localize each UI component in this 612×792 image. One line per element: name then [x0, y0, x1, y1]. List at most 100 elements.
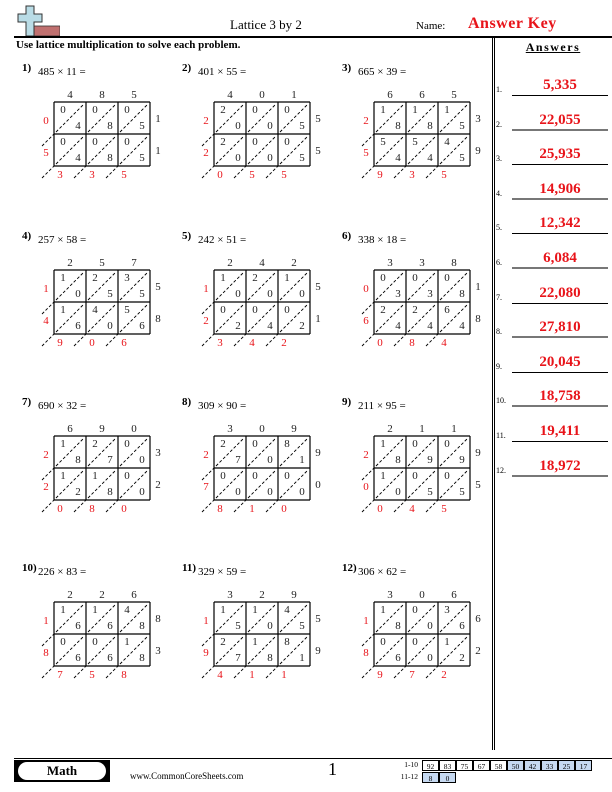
right-digit: 8	[155, 313, 161, 325]
cell-ones: 8	[107, 486, 113, 498]
score-cell: 58	[490, 760, 507, 771]
right-digit: 5	[475, 479, 481, 491]
name-label: Name:	[416, 20, 446, 32]
bottom-result-digit: 4	[441, 337, 447, 349]
cell-tens: 0	[252, 438, 258, 450]
cell-tens: 0	[412, 272, 418, 284]
outer-diagonal	[41, 165, 55, 179]
cell-ones: 0	[235, 120, 241, 132]
top-digit: 2	[291, 257, 297, 269]
left-result-digit: 1	[203, 283, 209, 295]
right-digit: 3	[155, 645, 161, 657]
left-result-digit: 1	[363, 615, 369, 627]
cell-ones: 3	[427, 288, 433, 300]
left-result-digit: 4	[43, 315, 49, 327]
cell-ones: 8	[107, 120, 113, 132]
outer-diagonal	[361, 665, 375, 679]
outer-diagonal	[425, 499, 439, 513]
bottom-result-digit: 5	[281, 169, 287, 181]
top-digit: 4	[227, 89, 233, 101]
answer-line	[512, 441, 608, 442]
top-digit: 2	[67, 589, 73, 601]
outer-diagonal	[105, 499, 119, 513]
top-digit: 1	[419, 423, 425, 435]
bottom-result-digit: 5	[89, 669, 95, 681]
cell-ones: 0	[267, 152, 273, 164]
header-rule	[14, 36, 612, 38]
outer-diagonal	[233, 665, 247, 679]
lattice-grid: 3 0 990270081000000278 1 0	[201, 423, 321, 515]
subject-label: Math	[18, 762, 106, 780]
cell-tens: 1	[284, 272, 290, 284]
top-digit: 2	[99, 589, 105, 601]
left-result-digit: 2	[203, 147, 209, 159]
right-digit: 1	[475, 281, 481, 293]
site-link[interactable]: www.CommonCoreSheets.com	[130, 771, 243, 781]
bottom-result-digit: 9	[57, 337, 63, 349]
cell-ones: 4	[427, 320, 433, 332]
cell-ones: 0	[395, 486, 401, 498]
bottom-result-digit: 9	[377, 669, 383, 681]
footer-rule	[14, 758, 612, 759]
right-digit: 2	[155, 479, 161, 491]
cell-tens: 1	[124, 636, 130, 648]
cell-tens: 0	[412, 604, 418, 616]
cell-tens: 1	[60, 438, 66, 450]
cell-ones: 6	[107, 620, 113, 632]
instructions: Use lattice multiplication to solve each…	[16, 39, 241, 51]
outer-diagonal	[105, 165, 119, 179]
bottom-result-digit: 3	[217, 337, 223, 349]
cell-tens: 5	[380, 136, 386, 148]
bottom-result-digit: 9	[377, 169, 383, 181]
outer-diagonal	[393, 165, 407, 179]
left-result-digit: 0	[43, 115, 49, 127]
cell-ones: 1	[299, 454, 305, 466]
worksheet-title: Lattice 3 by 2	[230, 17, 302, 32]
outer-diagonal	[73, 165, 87, 179]
right-digit: 0	[315, 479, 321, 491]
cell-tens: 1	[92, 470, 98, 482]
left-result-digit: 2	[203, 115, 209, 127]
cell-tens: 3	[444, 604, 450, 616]
outer-diagonal	[265, 665, 279, 679]
problem: 2) 401 × 55 = 4 0 1 5 5 2 0 0 0 0 5 2 0 0 0 0 5 2 2 0 5 5	[182, 62, 342, 202]
cell-tens: 1	[380, 104, 386, 116]
score-cell: 67	[473, 760, 490, 771]
right-digit: 8	[155, 613, 161, 625]
cell-tens: 0	[220, 304, 226, 316]
lattice-grid: 4 8 511040805040805053 3 5	[41, 89, 161, 181]
left-result-digit: 2	[203, 315, 209, 327]
right-digit: 1	[155, 145, 161, 157]
answer-line	[512, 302, 608, 304]
cell-ones: 5	[459, 120, 465, 132]
cell-tens: 0	[252, 470, 258, 482]
left-result-digit: 2	[363, 449, 369, 461]
cell-ones: 5	[299, 620, 305, 632]
cell-ones: 0	[267, 288, 273, 300]
right-digit: 2	[475, 645, 481, 657]
bottom-result-digit: 1	[281, 669, 287, 681]
score-row-label: 11-12	[400, 772, 418, 781]
outer-diagonal	[201, 665, 215, 679]
page-number: 1	[328, 759, 337, 779]
bottom-result-digit: 3	[57, 169, 63, 181]
cell-ones: 9	[427, 454, 433, 466]
cell-tens: 4	[284, 604, 290, 616]
cell-ones: 4	[395, 152, 401, 164]
outer-diagonal	[233, 333, 247, 347]
top-digit: 2	[259, 589, 265, 601]
top-digit: 6	[131, 589, 137, 601]
cell-ones: 0	[267, 486, 273, 498]
outer-diagonal	[233, 165, 247, 179]
cell-tens: 2	[380, 304, 386, 316]
top-digit: 5	[451, 89, 457, 101]
lattice-grid: 6 9 032182700121800220 8 0	[41, 423, 161, 515]
top-digit: 3	[227, 589, 233, 601]
answer-row: 3. 25,935	[496, 145, 608, 166]
cell-ones: 8	[139, 652, 145, 664]
left-result-digit: 1	[203, 615, 209, 627]
outer-diagonal	[41, 301, 55, 315]
top-digit: 6	[67, 423, 73, 435]
outer-diagonal	[73, 333, 87, 347]
top-digit: 2	[387, 423, 393, 435]
